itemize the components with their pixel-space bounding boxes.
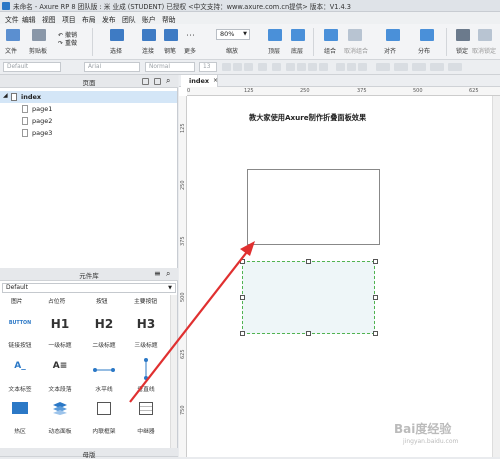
watermark-url: jingyan.baidu.com xyxy=(403,438,459,445)
arrow-head-icon xyxy=(240,241,255,256)
arrow-line xyxy=(129,247,251,403)
annotation-arrow xyxy=(129,241,255,403)
watermark-logo: Bai度经验 xyxy=(394,422,452,436)
